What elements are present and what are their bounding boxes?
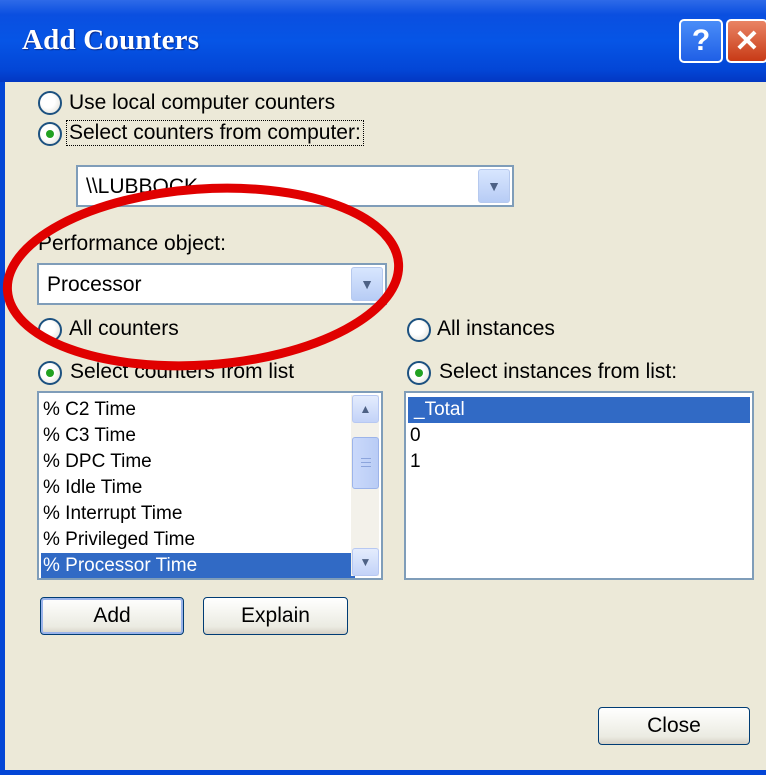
- performance-object-combo[interactable]: Processor ▼: [37, 263, 387, 305]
- all-instances-radio[interactable]: [407, 318, 431, 342]
- counters-from-list-radio[interactable]: [38, 361, 62, 385]
- add-button[interactable]: Add: [40, 597, 184, 635]
- list-item[interactable]: % Privileged Time: [43, 527, 195, 553]
- all-counters-label[interactable]: All counters: [69, 317, 179, 341]
- instances-from-list-label[interactable]: Select instances from list:: [439, 360, 677, 384]
- list-item[interactable]: 1: [410, 449, 421, 475]
- scrollbar-thumb[interactable]: [352, 437, 379, 489]
- local-counters-label[interactable]: Use local computer counters: [69, 91, 335, 115]
- counters-scrollbar[interactable]: ▲ ▼: [351, 395, 379, 576]
- chevron-down-icon[interactable]: ▼: [351, 267, 383, 301]
- scroll-up-icon[interactable]: ▲: [352, 395, 379, 423]
- close-icon[interactable]: ✕: [726, 19, 766, 63]
- counters-listbox[interactable]: % C2 Time % C3 Time % DPC Time % Idle Ti…: [37, 391, 383, 580]
- list-item[interactable]: % C3 Time: [43, 423, 136, 449]
- all-instances-label[interactable]: All instances: [437, 317, 555, 341]
- annotation-ellipse: [2, 183, 404, 371]
- remote-counters-radio[interactable]: [38, 122, 62, 146]
- list-item[interactable]: % Interrupt Time: [43, 501, 182, 527]
- performance-object-label: Performance object:: [38, 232, 226, 255]
- help-button[interactable]: ?: [679, 19, 723, 63]
- computer-combo[interactable]: \\LUBBOCK ▼: [76, 165, 514, 207]
- title-bar[interactable]: Add Counters ? ✕: [0, 0, 766, 82]
- instances-listbox[interactable]: _Total 0 1: [404, 391, 754, 580]
- list-item[interactable]: 0: [410, 423, 421, 449]
- list-item-selected[interactable]: % Processor Time: [41, 553, 355, 578]
- list-item-selected[interactable]: _Total: [408, 397, 750, 423]
- scroll-down-icon[interactable]: ▼: [352, 548, 379, 576]
- local-counters-radio[interactable]: [38, 91, 62, 115]
- instances-from-list-radio[interactable]: [407, 361, 431, 385]
- window-frame-bottom: [0, 770, 766, 775]
- close-button[interactable]: Close: [598, 707, 750, 745]
- add-counters-dialog: Add Counters ? ✕ Use local computer coun…: [0, 0, 766, 775]
- list-item[interactable]: % Idle Time: [43, 475, 142, 501]
- computer-value: \\LUBBOCK: [86, 175, 199, 198]
- window-frame-left: [0, 82, 5, 775]
- explain-button[interactable]: Explain: [203, 597, 348, 635]
- performance-object-value: Processor: [47, 273, 142, 296]
- chevron-down-icon[interactable]: ▼: [478, 169, 510, 203]
- list-item[interactable]: % C2 Time: [43, 397, 136, 423]
- dialog-title: Add Counters: [22, 24, 200, 56]
- all-counters-radio[interactable]: [38, 318, 62, 342]
- counters-from-list-label[interactable]: Select counters from list: [70, 360, 294, 384]
- list-item[interactable]: % DPC Time: [43, 449, 152, 475]
- remote-counters-label[interactable]: Select counters from computer:: [66, 120, 364, 146]
